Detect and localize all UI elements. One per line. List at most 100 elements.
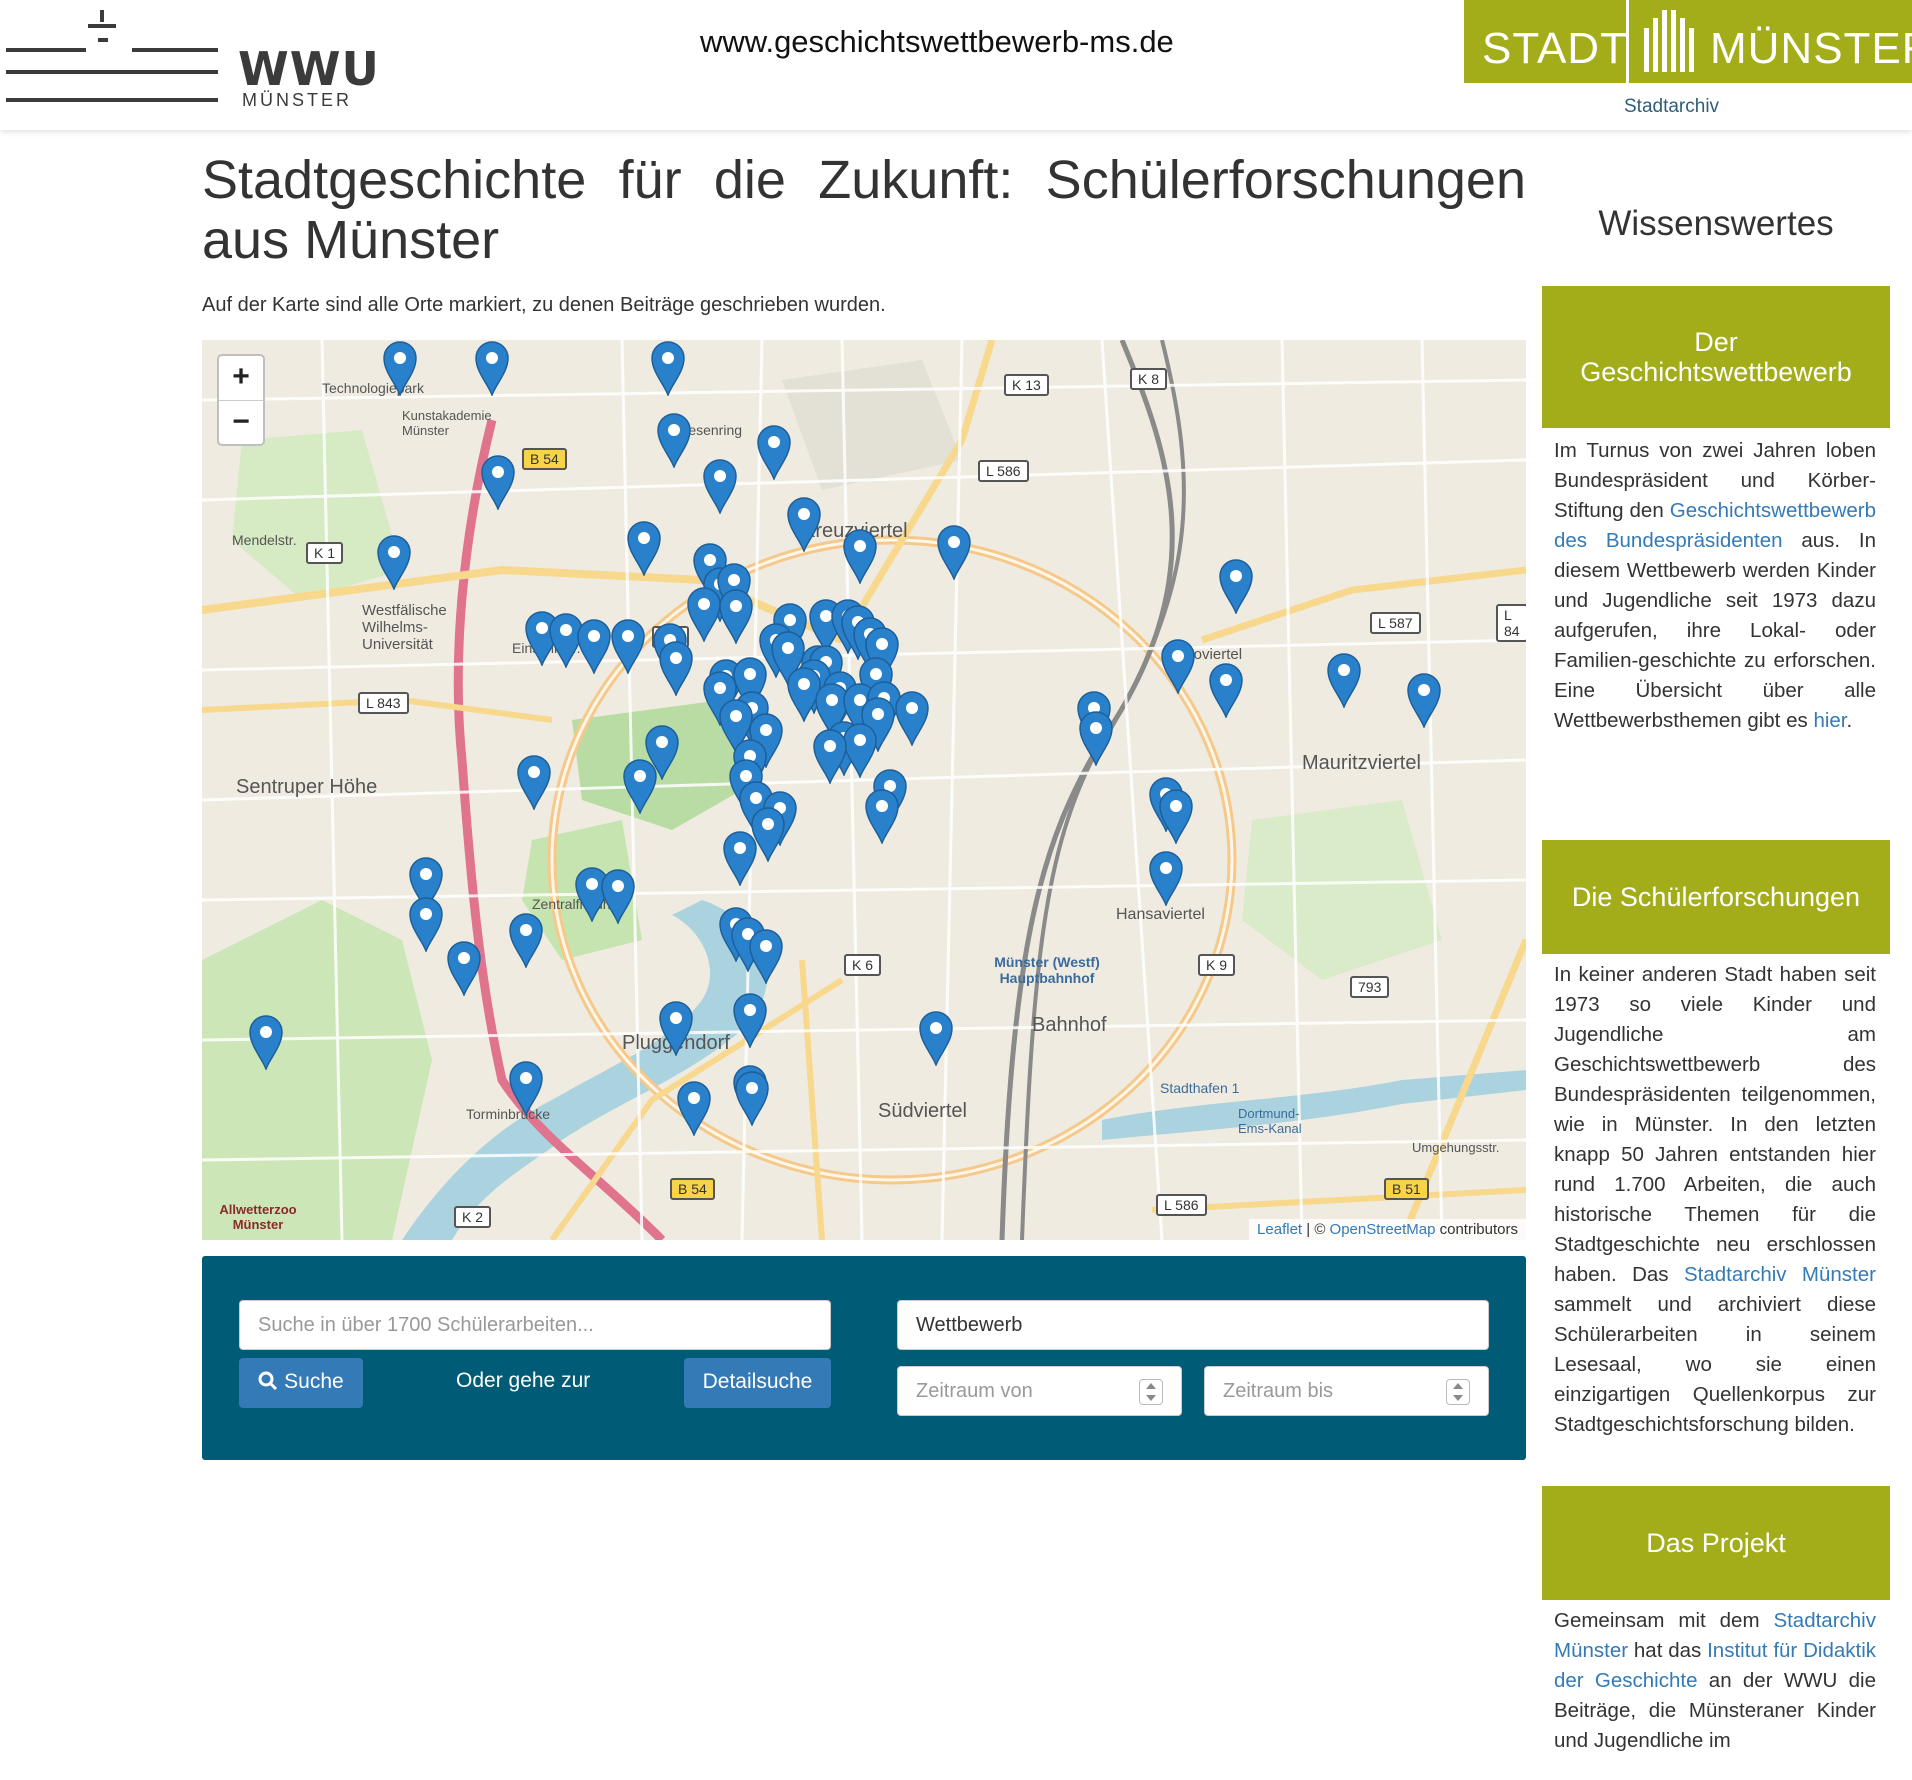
map-label: Mendelstr. <box>232 532 297 548</box>
search-icon <box>258 1371 278 1391</box>
wwu-logo[interactable]: WWU MÜNSTER <box>6 6 379 110</box>
map-marker-icon[interactable] <box>1160 638 1196 694</box>
map-marker-icon[interactable] <box>732 992 768 1048</box>
map-marker-icon[interactable] <box>748 928 784 984</box>
stadtarchiv-link[interactable]: Stadtarchiv Münster <box>1684 1263 1876 1286</box>
map-marker-icon[interactable] <box>722 830 758 886</box>
map-marker-icon[interactable] <box>702 458 738 514</box>
stadt-muenster-logo[interactable]: STADT MÜNSTER <box>1464 0 1912 83</box>
map-label: Südviertel <box>878 1100 967 1122</box>
map-label: Dortmund-Ems-Kanal <box>1238 1106 1302 1136</box>
map-marker-icon[interactable] <box>248 1014 284 1070</box>
text-fragment: Gemeinsam mit dem <box>1554 1609 1774 1632</box>
oder-text: Oder gehe zur <box>456 1369 591 1392</box>
map-marker-icon[interactable] <box>1218 558 1254 614</box>
zeitraum-bis-input[interactable]: Zeitraum bis <box>1204 1366 1489 1416</box>
road-badge: L 84 <box>1496 604 1526 642</box>
muenster-word: MÜNSTER <box>1710 24 1912 73</box>
map-label: Umgehungsstr. <box>1412 1140 1500 1155</box>
stadt-word: STADT <box>1482 24 1628 73</box>
road-badge: K 9 <box>1198 954 1236 976</box>
map-label: Allwetterzoo Münster <box>219 1202 297 1232</box>
map-marker-icon[interactable] <box>474 340 510 396</box>
map-marker-icon[interactable] <box>446 940 482 996</box>
map-label: Westfälische Wilhelms-Universität <box>362 602 447 653</box>
leaflet-link[interactable]: Leaflet <box>1257 1221 1302 1238</box>
stadtarchiv-label: Stadtarchiv <box>1624 96 1720 117</box>
spinner-icon[interactable] <box>1446 1379 1470 1405</box>
map-marker-icon[interactable] <box>918 1010 954 1066</box>
map-marker-icon[interactable] <box>480 454 516 510</box>
section-heading-projekt: Das Projekt <box>1542 1486 1890 1600</box>
map-marker-icon[interactable] <box>676 1080 712 1136</box>
zeitraum-von-placeholder: Zeitraum von <box>916 1380 1033 1402</box>
map-marker-icon[interactable] <box>1406 672 1442 728</box>
attribution-contributors: contributors <box>1435 1221 1518 1238</box>
map-marker-icon[interactable] <box>622 758 658 814</box>
road-badge: B 54 <box>670 1178 715 1200</box>
map-marker-icon[interactable] <box>382 340 418 396</box>
zoom-in-button[interactable]: + <box>219 356 263 401</box>
sidebar-title: Wissenswertes <box>1598 204 1834 243</box>
map-marker-icon[interactable] <box>864 788 900 844</box>
map-marker-icon[interactable] <box>658 640 694 696</box>
site-header: WWU MÜNSTER www.geschichtswettbewerb-ms.… <box>0 0 1912 130</box>
map-marker-icon[interactable] <box>1158 788 1194 844</box>
section-text-schuelerforschungen: In keiner anderen Stadt haben seit 1973 … <box>1554 960 1876 1440</box>
map-marker-icon[interactable] <box>894 690 930 746</box>
map-marker-icon[interactable] <box>656 412 692 468</box>
hier-link[interactable]: hier <box>1813 709 1846 732</box>
map-marker-icon[interactable] <box>658 1000 694 1056</box>
text-fragment: sammelt und archiviert diese Schülerarbe… <box>1554 1293 1876 1436</box>
map-marker-icon[interactable] <box>686 586 722 642</box>
road-badge: L 586 <box>1156 1194 1207 1216</box>
map-marker-icon[interactable] <box>1078 710 1114 766</box>
wettbewerb-select[interactable]: Wettbewerb <box>897 1300 1489 1350</box>
map-marker-icon[interactable] <box>1208 662 1244 718</box>
map-label: Sentruper Höhe <box>236 776 378 798</box>
section-text-projekt: Gemeinsam mit dem Stadtarchiv Münster ha… <box>1554 1606 1876 1756</box>
zeitraum-von-input[interactable]: Zeitraum von <box>897 1366 1182 1416</box>
road-badge: K 6 <box>844 954 882 976</box>
search-button[interactable]: Suche <box>239 1358 363 1408</box>
map-marker-icon[interactable] <box>842 528 878 584</box>
text-fragment: . <box>1846 709 1853 732</box>
osm-link[interactable]: OpenStreetMap <box>1330 1221 1436 1238</box>
map-marker-icon[interactable] <box>508 912 544 968</box>
map-marker-icon[interactable] <box>718 588 754 644</box>
text-fragment: hat das <box>1628 1639 1708 1662</box>
site-url: www.geschichtswettbewerb-ms.de <box>700 24 1174 59</box>
map-marker-icon[interactable] <box>516 754 552 810</box>
spinner-icon[interactable] <box>1139 1379 1163 1405</box>
section-heading-schuelerforschungen: Die Schülerforschungen <box>1542 840 1890 954</box>
map-marker-icon[interactable] <box>1148 850 1184 906</box>
zoom-out-button[interactable]: − <box>219 401 263 445</box>
zeitraum-bis-placeholder: Zeitraum bis <box>1223 1380 1334 1402</box>
map-marker-icon[interactable] <box>508 1060 544 1116</box>
map-marker-icon[interactable] <box>812 728 848 784</box>
map-marker-icon[interactable] <box>756 424 792 480</box>
section-heading-wettbewerb: Der Geschichtswettbewerb <box>1542 286 1890 428</box>
search-input[interactable]: Suche in über 1700 Schülerarbeiten... <box>239 1300 831 1350</box>
map-marker-icon[interactable] <box>626 520 662 576</box>
wwu-name: WWU <box>238 42 380 96</box>
map-marker-icon[interactable] <box>600 868 636 924</box>
map[interactable]: Technologiepark Kunstakademie Münster Fr… <box>202 340 1526 1240</box>
map-marker-icon[interactable] <box>786 496 822 552</box>
map-label: Mauritzviertel <box>1302 752 1421 774</box>
detailsuche-button[interactable]: Detailsuche <box>684 1358 831 1408</box>
map-marker-icon[interactable] <box>408 896 444 952</box>
map-marker-icon[interactable] <box>936 524 972 580</box>
map-label: Bahnhof <box>1032 1014 1107 1036</box>
map-marker-icon[interactable] <box>650 340 686 396</box>
zoom-control: + − <box>217 354 265 446</box>
map-marker-icon[interactable] <box>376 534 412 590</box>
map-marker-icon[interactable] <box>610 618 646 674</box>
map-marker-icon[interactable] <box>734 1070 770 1126</box>
map-label: Hansaviertel <box>1116 906 1205 923</box>
map-marker-icon[interactable] <box>1326 652 1362 708</box>
section-text-wettbewerb: Im Turnus von zwei Jahren loben Bundespr… <box>1554 436 1876 736</box>
map-marker-icon[interactable] <box>576 618 612 674</box>
road-badge: L 843 <box>358 692 409 714</box>
page-title: Stadtgeschichte für die Zukunft: Schüler… <box>202 150 1526 270</box>
